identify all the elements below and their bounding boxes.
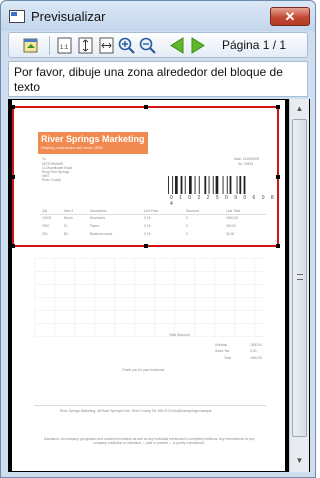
sales-tax-label: Sales Tax [215, 349, 230, 353]
text-block-selection[interactable] [12, 105, 280, 248]
scrollbar-thumb[interactable] [292, 119, 307, 437]
sales-tax-value: 0.00 [250, 349, 257, 353]
watermark-grid [34, 258, 266, 338]
svg-text:1:1: 1:1 [60, 45, 69, 51]
total-label: Total [224, 356, 231, 360]
resize-handle[interactable] [12, 244, 15, 248]
disclaimer-text: Disclaimer: All company, geographic and … [43, 437, 255, 445]
resize-handle[interactable] [276, 105, 280, 109]
preview-area[interactable]: River Springs Marketing Helping companie… [8, 99, 310, 472]
total-discount-label: Total Discount [169, 333, 190, 337]
zoom-in-icon[interactable] [117, 36, 136, 55]
toolbar: 1:1 Página 1 / 1 [8, 32, 308, 58]
toolbar-separator [49, 36, 50, 55]
resize-handle[interactable] [144, 244, 148, 248]
fit-height-icon[interactable] [76, 36, 95, 55]
scroll-down-icon[interactable]: ▼ [292, 455, 307, 467]
subtotal-label: Subtotal [215, 343, 228, 347]
resize-handle[interactable] [144, 105, 148, 109]
total-value: 1830.00 [250, 356, 262, 360]
vertical-scrollbar[interactable]: ▲ ▼ [289, 99, 309, 472]
zoom-out-icon[interactable] [138, 36, 157, 55]
resize-handle[interactable] [276, 244, 280, 248]
page-indicator: Página 1 / 1 [222, 38, 287, 52]
actual-size-icon[interactable]: 1:1 [55, 36, 74, 55]
resize-handle[interactable] [12, 105, 15, 109]
open-icon[interactable] [22, 36, 41, 55]
window-app-icon [9, 10, 25, 23]
document-page[interactable]: River Springs Marketing Helping companie… [12, 100, 285, 471]
next-page-icon[interactable] [188, 36, 207, 55]
subtotal-value: 1830.00 [250, 343, 262, 347]
instruction-message: Por favor, dibuje una zona alrededor del… [8, 61, 308, 97]
previous-page-icon[interactable] [168, 36, 187, 55]
window-title: Previsualizar [31, 9, 106, 24]
thank-you-text: Thank you for your business! [122, 368, 165, 372]
preview-window: Previsualizar ✕ 1:1 Página 1 / 1 Por fav… [0, 0, 316, 478]
title-bar[interactable]: Previsualizar ✕ [1, 1, 315, 31]
footer-divider [34, 405, 266, 406]
fit-width-icon[interactable] [97, 36, 116, 55]
footer-text: River Springs Marketing, 48 Rose Springs… [60, 409, 212, 413]
close-button[interactable]: ✕ [270, 7, 310, 26]
scroll-up-icon[interactable]: ▲ [292, 103, 307, 115]
resize-handle[interactable] [12, 175, 15, 179]
resize-handle[interactable] [276, 175, 280, 179]
scrollbar-grip-icon [297, 274, 303, 280]
